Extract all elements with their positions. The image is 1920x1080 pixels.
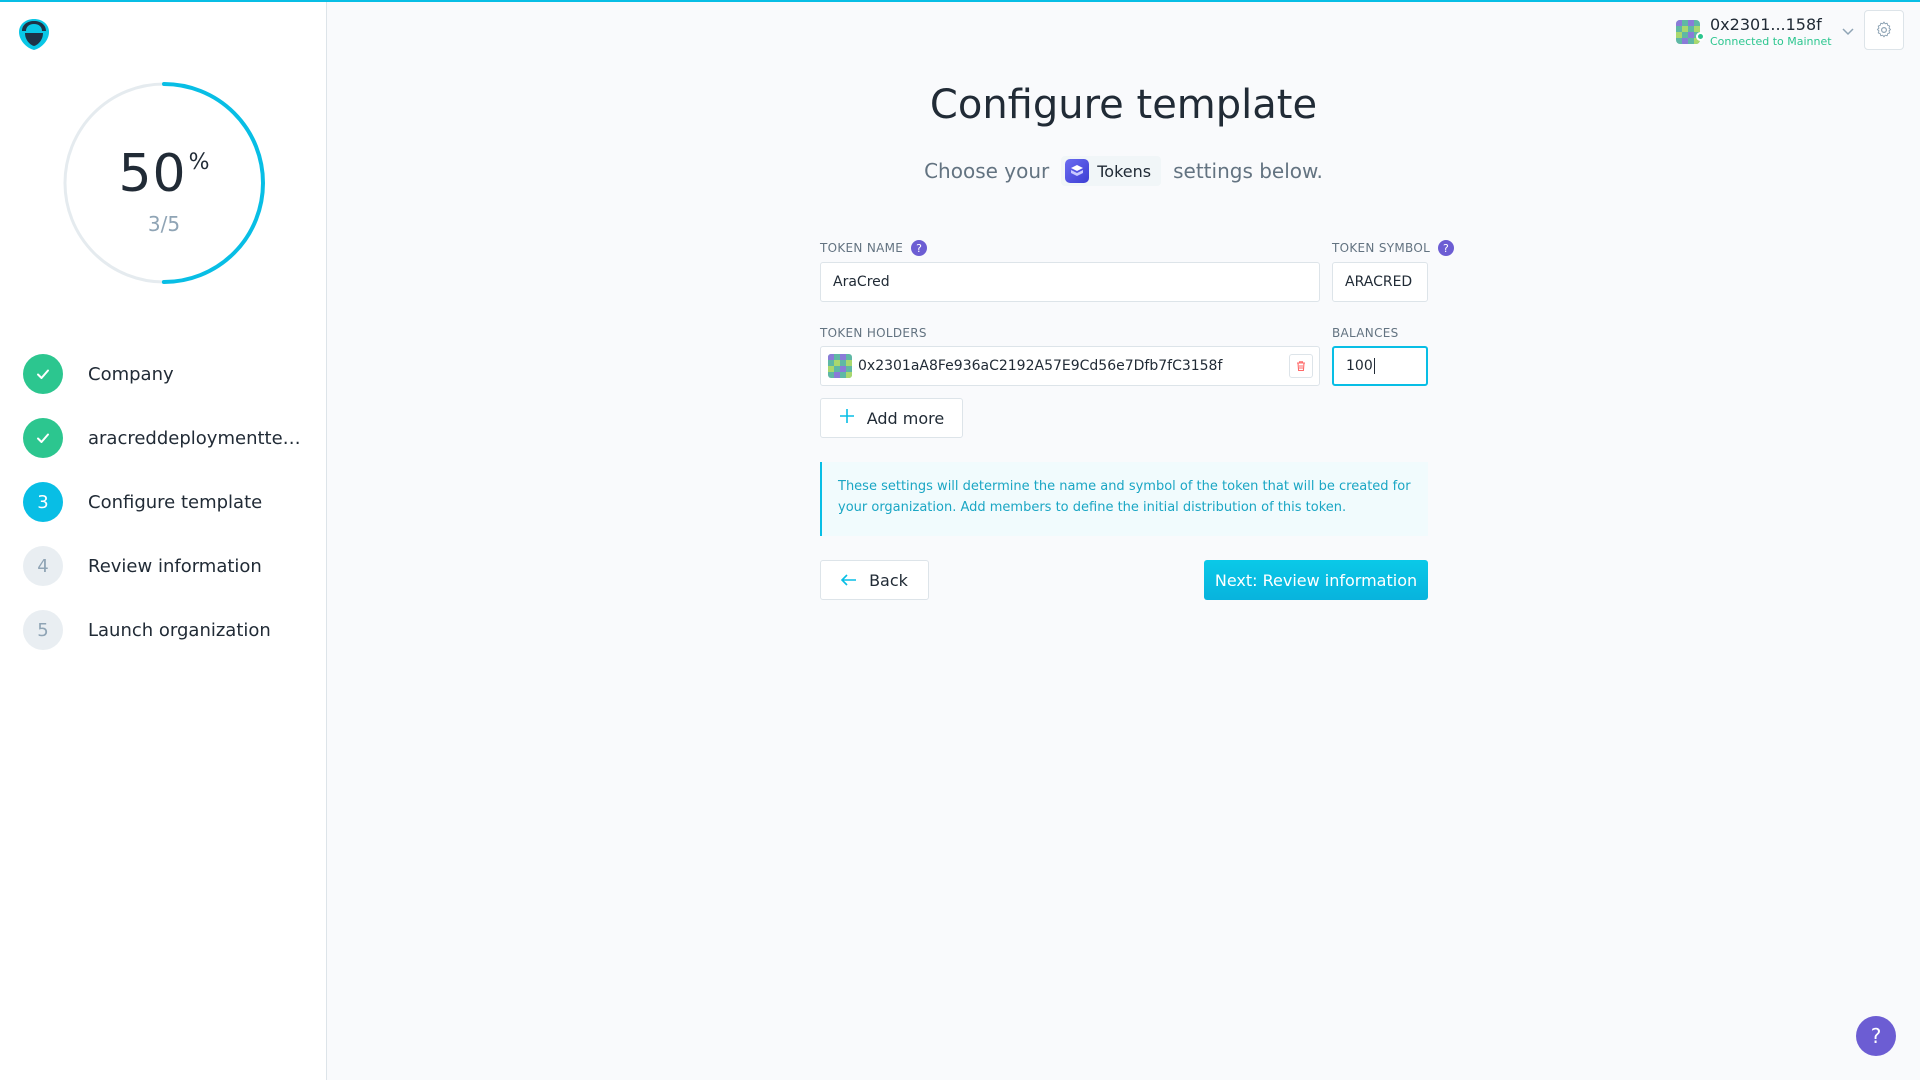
back-label: Back (869, 570, 908, 590)
remove-holder-button[interactable] (1289, 354, 1313, 378)
info-box: These settings will determine the name a… (820, 462, 1428, 536)
progress-percent-number: 50 (118, 144, 187, 204)
progress-fraction: 3/5 (147, 212, 181, 236)
steps-list: Company aracreddeploymenttesti... 3 Conf… (23, 342, 308, 662)
help-button[interactable]: ? (1856, 1016, 1896, 1056)
step-badge: 3 (23, 482, 63, 522)
check-icon (37, 433, 49, 443)
template-badge: Tokens (1061, 156, 1162, 186)
step-launch-organization[interactable]: 5 Launch organization (23, 598, 308, 662)
arrow-left-icon (840, 570, 857, 591)
page-title: Configure template (929, 82, 1318, 128)
text-caret (1373, 358, 1375, 374)
help-icon[interactable]: ? (911, 240, 928, 256)
token-name-label: TOKEN NAME ? (820, 240, 928, 256)
info-text: These settings will determine the name a… (838, 479, 1411, 515)
progress-ring: 50% 3/5 (61, 80, 267, 286)
holder-address: 0x2301aA8Fe936aC2192A57E9Cd56e7Dfb7fC315… (858, 358, 1223, 374)
step-badge (23, 418, 63, 458)
help-icon[interactable]: ? (1438, 240, 1455, 256)
step-company[interactable]: Company (23, 342, 308, 406)
chevron-down-icon (1842, 25, 1854, 39)
step-label: aracreddeploymenttesti... (88, 427, 308, 449)
token-holder-input[interactable]: 0x2301aA8Fe936aC2192A57E9Cd56e7Dfb7fC315… (820, 346, 1320, 386)
page-subtitle: Choose your Tokens settings below. (327, 156, 1920, 186)
check-icon (37, 369, 49, 379)
step-organization-name[interactable]: aracreddeploymenttesti... (23, 406, 308, 470)
account-address: 0x2301...158f (1710, 15, 1822, 34)
subtitle-prefix: Choose your (924, 159, 1050, 183)
token-symbol-input[interactable]: ARACRED (1332, 262, 1428, 302)
plus-icon (839, 408, 855, 429)
balances-label-text: BALANCES (1332, 326, 1399, 340)
step-configure-template[interactable]: 3 Configure template (23, 470, 308, 534)
step-review-information[interactable]: 4 Review information (23, 534, 308, 598)
add-more-label: Add more (866, 408, 945, 428)
token-name-value: AraCred (833, 274, 890, 290)
step-label: Review information (88, 555, 262, 577)
connection-status-dot (1696, 32, 1705, 41)
step-badge: 4 (23, 546, 63, 586)
settings-button[interactable] (1864, 10, 1904, 50)
balance-value: 100 (1346, 358, 1373, 374)
gear-icon (1876, 21, 1892, 38)
account-info: 0x2301...158f Connected to Mainnet (1710, 15, 1832, 48)
tokens-template-icon (1065, 159, 1090, 183)
subtitle-suffix: settings below. (1173, 159, 1323, 183)
token-holders-label-text: TOKEN HOLDERS (820, 326, 927, 340)
progress-percent: 50% (61, 144, 267, 204)
step-label: Launch organization (88, 619, 271, 641)
sidebar: 50% 3/5 Company aracreddeploymenttesti..… (0, 2, 327, 1080)
network-status: Connected to Mainnet (1710, 35, 1832, 48)
step-label: Configure template (88, 491, 263, 513)
next-label: Next: Review information (1214, 570, 1418, 590)
token-name-input[interactable]: AraCred (820, 262, 1320, 302)
back-button[interactable]: Back (820, 560, 929, 600)
template-name: Tokens (1097, 161, 1152, 181)
progress-percent-sign: % (188, 150, 210, 175)
token-name-label-text: TOKEN NAME (820, 241, 904, 255)
step-label: Company (88, 363, 174, 385)
token-symbol-label-text: TOKEN SYMBOL (1332, 241, 1431, 255)
add-more-button[interactable]: Add more (820, 398, 963, 438)
logo-icon (16, 16, 52, 52)
token-symbol-value: ARACRED (1345, 274, 1413, 290)
token-symbol-label: TOKEN SYMBOL ? (1332, 240, 1455, 256)
balances-label: BALANCES (1332, 326, 1399, 340)
step-badge: 5 (23, 610, 63, 650)
next-button[interactable]: Next: Review information (1204, 560, 1428, 600)
token-holders-label: TOKEN HOLDERS (820, 326, 927, 340)
step-badge (23, 354, 63, 394)
account-avatar (1676, 20, 1700, 44)
trash-icon (1297, 361, 1305, 372)
balance-input[interactable]: 100 (1332, 346, 1428, 386)
holder-avatar (828, 354, 852, 378)
